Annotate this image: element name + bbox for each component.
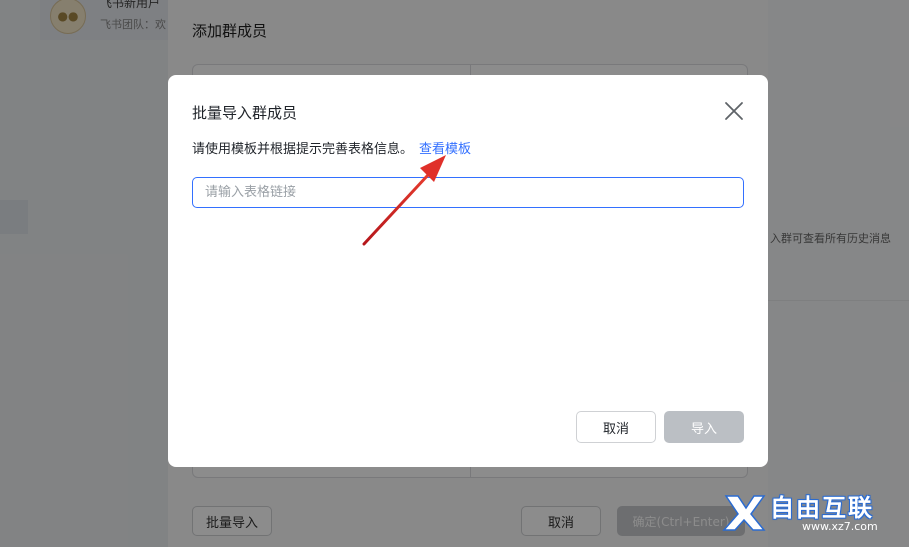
view-template-link[interactable]: 查看模板 [419, 142, 471, 157]
modal-title: 批量导入群成员 [192, 104, 298, 122]
site-watermark: 自由互联 www.xz7.com [722, 486, 902, 544]
modal-cancel-button[interactable]: 取消 [576, 411, 656, 443]
sheet-link-input[interactable] [192, 177, 744, 208]
modal-hint: 请使用模板并根据提示完善表格信息。 查看模板 [192, 138, 471, 157]
watermark-logo-icon [722, 495, 766, 531]
modal-import-button[interactable]: 导入 [664, 411, 744, 443]
modal-hint-text: 请使用模板并根据提示完善表格信息。 [192, 142, 414, 157]
close-icon[interactable] [722, 99, 746, 123]
watermark-url: www.xz7.com [802, 520, 878, 533]
watermark-text: 自由互联 [770, 494, 874, 522]
batch-import-modal: 批量导入群成员 请使用模板并根据提示完善表格信息。查看模板 取消 导入 [168, 75, 768, 467]
